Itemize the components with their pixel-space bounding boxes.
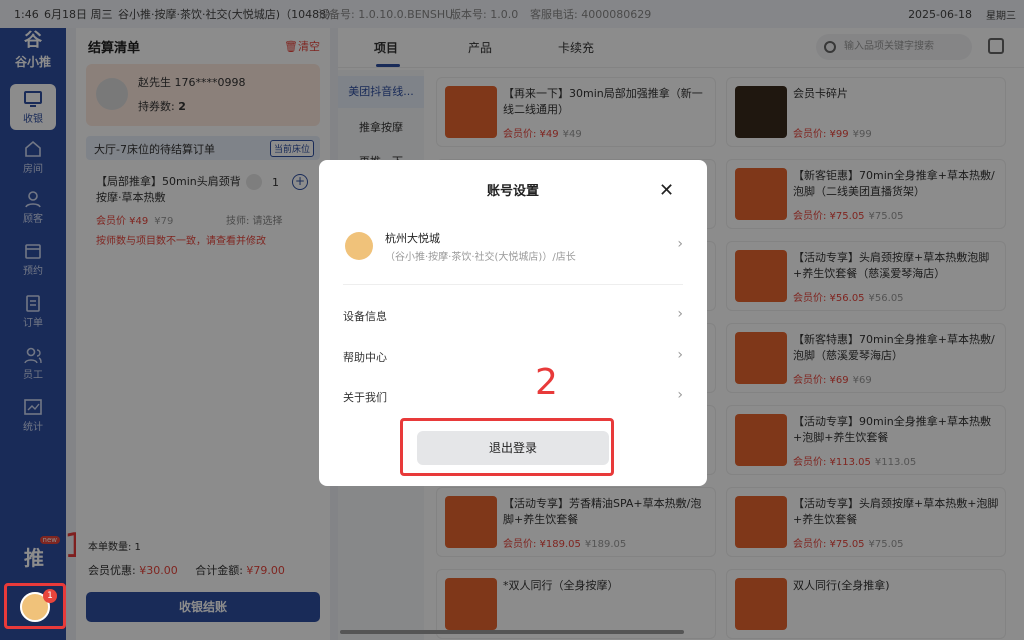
account-avatar-highlight[interactable]: 1 bbox=[4, 583, 66, 629]
help-center-row[interactable]: 帮助中心 › bbox=[343, 347, 683, 369]
store-row[interactable]: 杭州大悦城 （谷小推·按摩·茶饮·社交(大悦城店)）/店长 › bbox=[343, 226, 683, 276]
chevron-right-icon: › bbox=[677, 306, 683, 322]
logout-button[interactable]: 退出登录 bbox=[417, 431, 609, 465]
device-info-row[interactable]: 设备信息 › bbox=[343, 306, 683, 328]
dialog-title: 账号设置 bbox=[486, 184, 539, 199]
chevron-right-icon: › bbox=[677, 236, 683, 252]
home-indicator bbox=[340, 630, 684, 634]
chevron-right-icon: › bbox=[677, 387, 683, 403]
divider bbox=[343, 284, 683, 285]
row-label: 帮助中心 bbox=[343, 351, 387, 364]
close-icon[interactable]: ✕ bbox=[659, 180, 674, 201]
store-role: （谷小推·按摩·茶饮·社交(大悦城店)）/店长 bbox=[385, 252, 576, 263]
about-us-row[interactable]: 关于我们 › bbox=[343, 387, 683, 409]
notification-badge: 1 bbox=[43, 589, 57, 603]
annotation-2: 2 bbox=[535, 362, 558, 403]
row-label: 设备信息 bbox=[343, 310, 387, 323]
row-label: 关于我们 bbox=[343, 391, 387, 404]
account-settings-dialog: 账号设置 ✕ 杭州大悦城 （谷小推·按摩·茶饮·社交(大悦城店)）/店长 › 设… bbox=[319, 160, 707, 486]
store-name: 杭州大悦城 bbox=[385, 232, 440, 245]
store-avatar bbox=[345, 232, 373, 260]
chevron-right-icon: › bbox=[677, 347, 683, 363]
